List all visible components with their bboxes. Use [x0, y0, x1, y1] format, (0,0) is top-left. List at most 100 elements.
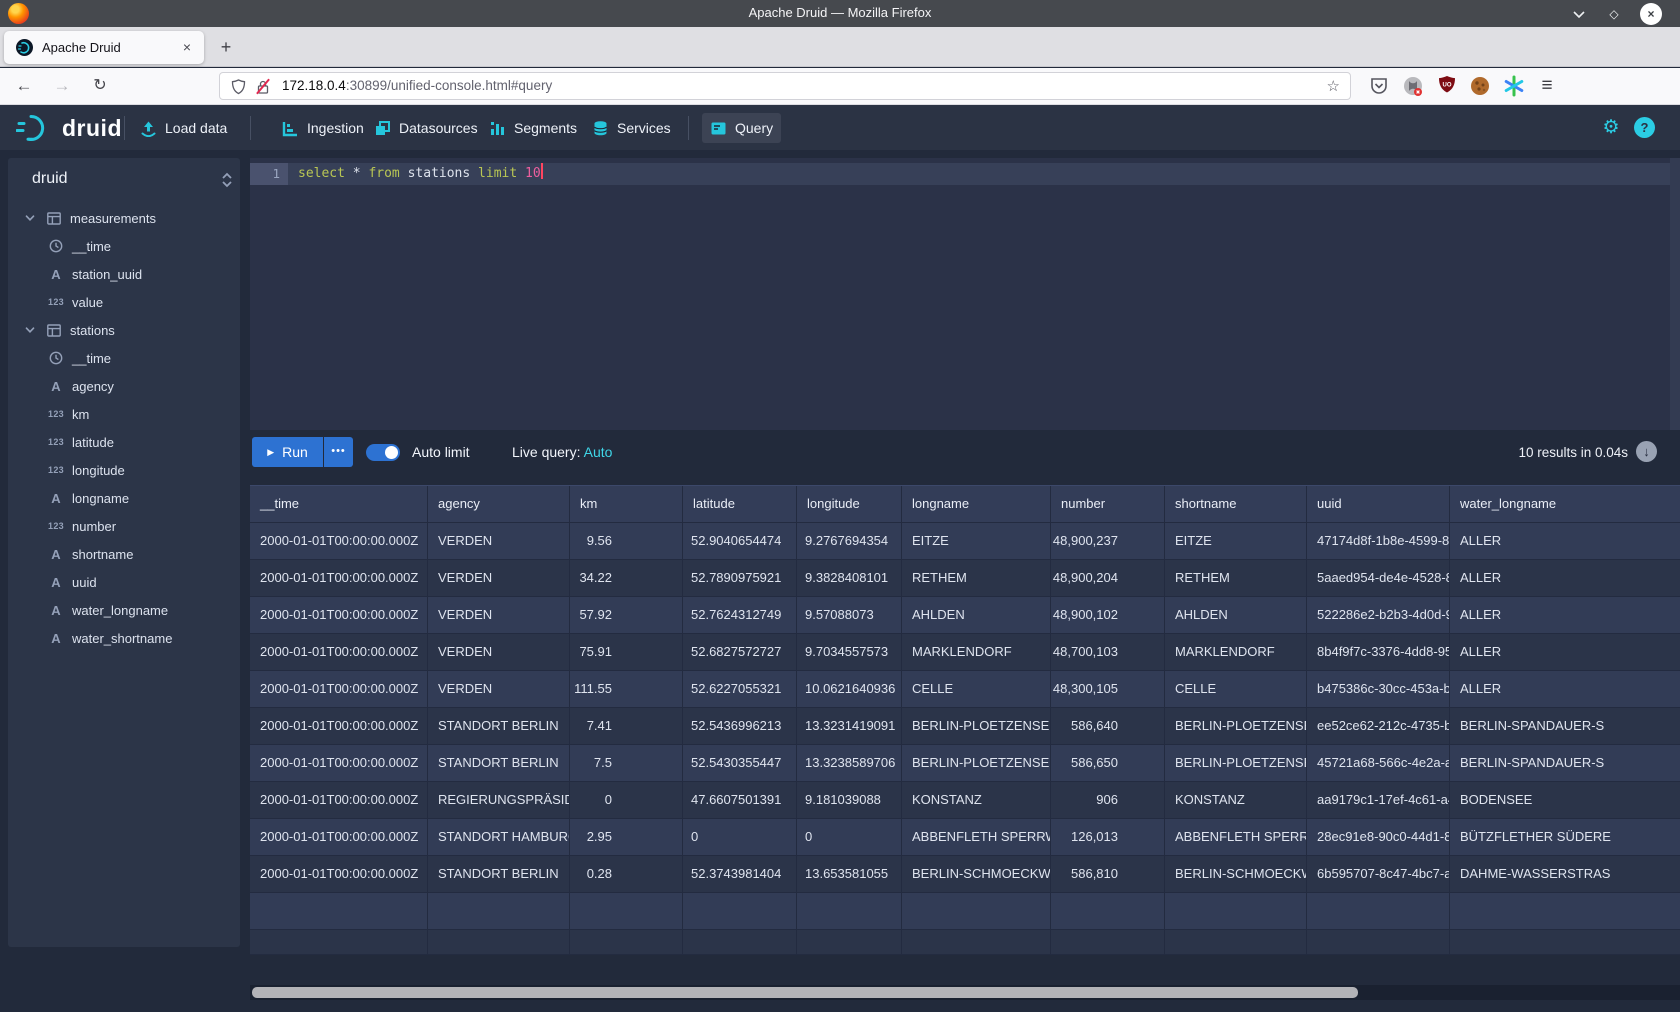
- table-cell[interactable]: 52.3743981404: [683, 856, 797, 893]
- tab-apache-druid[interactable]: Apache Druid ×: [4, 31, 204, 64]
- sidebar-item-agency[interactable]: Aagency: [8, 372, 240, 400]
- table-cell[interactable]: ALLER: [1450, 523, 1680, 560]
- column-header-longname[interactable]: longname: [902, 486, 1051, 523]
- table-cell[interactable]: 6b595707-8c47-4bc7-a8: [1307, 856, 1450, 893]
- more-options-button[interactable]: •••: [324, 437, 353, 467]
- pocket-icon[interactable]: [1366, 73, 1392, 99]
- chevron-down-icon[interactable]: [24, 324, 38, 336]
- sidebar-item-km[interactable]: 123km: [8, 400, 240, 428]
- table-cell[interactable]: REGIERUNGSPRÄSIDIUM: [428, 782, 570, 819]
- table-cell[interactable]: 126,013: [1051, 819, 1165, 856]
- druid-brand[interactable]: druid: [16, 112, 122, 144]
- ublock-origin-icon[interactable]: UO: [1434, 73, 1460, 99]
- sidebar-item-water_longname[interactable]: Awater_longname: [8, 596, 240, 624]
- table-cell[interactable]: 522286e2-b2b3-4d0d-9a: [1307, 597, 1450, 634]
- window-restore-icon[interactable]: ◇: [1603, 3, 1625, 25]
- table-cell[interactable]: 13.3231419091: [797, 708, 902, 745]
- table-cell[interactable]: CELLE: [1165, 671, 1307, 708]
- table-cell[interactable]: 10.0621640936: [797, 671, 902, 708]
- column-header-water_longname[interactable]: water_longname: [1450, 486, 1680, 523]
- table-cell[interactable]: 586,810: [1051, 856, 1165, 893]
- horizontal-scrollbar-thumb[interactable]: [252, 987, 1358, 998]
- table-cell[interactable]: VERDEN: [428, 523, 570, 560]
- table-cell[interactable]: ABBENFLETH SPERRWERK: [902, 819, 1051, 856]
- sidebar-item-latitude[interactable]: 123latitude: [8, 428, 240, 456]
- table-cell[interactable]: AHLDEN: [1165, 597, 1307, 634]
- table-cell[interactable]: BERLIN-SPANDAUER-S: [1450, 708, 1680, 745]
- table-cell[interactable]: VERDEN: [428, 597, 570, 634]
- sidebar-item-__time[interactable]: __time: [8, 344, 240, 372]
- table-cell[interactable]: ALLER: [1450, 597, 1680, 634]
- table-cell[interactable]: ALLER: [1450, 671, 1680, 708]
- table-cell[interactable]: 52.7890975921: [683, 560, 797, 597]
- nav-item-load-data[interactable]: Load data: [132, 113, 235, 143]
- table-cell[interactable]: CELLE: [902, 671, 1051, 708]
- nav-item-ingestion[interactable]: Ingestion: [274, 113, 372, 143]
- column-header-uuid[interactable]: uuid: [1307, 486, 1450, 523]
- table-cell[interactable]: 9.56: [570, 523, 683, 560]
- table-cell[interactable]: 5aaed954-de4e-4528-8f: [1307, 560, 1450, 597]
- column-header-km[interactable]: km: [570, 486, 683, 523]
- sidebar-item-number[interactable]: 123number: [8, 512, 240, 540]
- table-cell[interactable]: RETHEM: [1165, 560, 1307, 597]
- lock-disabled-icon[interactable]: [256, 79, 270, 95]
- nav-item-services[interactable]: Services: [584, 113, 679, 143]
- table-cell[interactable]: RETHEM: [902, 560, 1051, 597]
- bookmark-star-icon[interactable]: ☆: [1327, 77, 1340, 95]
- table-cell[interactable]: 0: [683, 819, 797, 856]
- table-cell[interactable]: 8b4f9f7c-3376-4dd8-95c: [1307, 634, 1450, 671]
- sidebar-item-uuid[interactable]: Auuid: [8, 568, 240, 596]
- table-cell[interactable]: 13.653581055: [797, 856, 902, 893]
- column-header-longitude[interactable]: longitude: [797, 486, 902, 523]
- table-cell[interactable]: 52.7624312749: [683, 597, 797, 634]
- table-cell[interactable]: STANDORT BERLIN: [428, 708, 570, 745]
- table-cell[interactable]: 48,300,105: [1051, 671, 1165, 708]
- table-cell[interactable]: 28ec91e8-90c0-44d1-8f0: [1307, 819, 1450, 856]
- sidebar-item-station_uuid[interactable]: Astation_uuid: [8, 260, 240, 288]
- table-cell[interactable]: 7.41: [570, 708, 683, 745]
- table-cell[interactable]: KONSTANZ: [902, 782, 1051, 819]
- table-cell[interactable]: 48,700,103: [1051, 634, 1165, 671]
- table-cell[interactable]: 111.55: [570, 671, 683, 708]
- column-header-latitude[interactable]: latitude: [683, 486, 797, 523]
- table-cell[interactable]: VERDEN: [428, 634, 570, 671]
- table-cell[interactable]: 2000-01-01T00:00:00.000Z: [250, 745, 428, 782]
- table-cell[interactable]: 9.2767694354: [797, 523, 902, 560]
- table-cell[interactable]: 2000-01-01T00:00:00.000Z: [250, 708, 428, 745]
- table-cell[interactable]: 9.3828408101: [797, 560, 902, 597]
- query-editor[interactable]: 1 select * from stations limit 10: [250, 158, 1680, 430]
- table-cell[interactable]: 47174d8f-1b8e-4599-8a: [1307, 523, 1450, 560]
- table-cell[interactable]: BERLIN-PLOETZENSEE U: [1165, 745, 1307, 782]
- sidebar-item-value[interactable]: 123value: [8, 288, 240, 316]
- table-cell[interactable]: 52.6827572727: [683, 634, 797, 671]
- table-cell[interactable]: 586,640: [1051, 708, 1165, 745]
- table-cell[interactable]: DAHME-WASSERSTRAS: [1450, 856, 1680, 893]
- table-cell[interactable]: 57.92: [570, 597, 683, 634]
- editor-scrollbar[interactable]: [1670, 158, 1680, 430]
- table-cell[interactable]: VERDEN: [428, 671, 570, 708]
- reload-button[interactable]: ↻: [86, 72, 114, 100]
- table-cell[interactable]: 0: [570, 782, 683, 819]
- horizontal-scrollbar-track[interactable]: [250, 985, 1680, 1000]
- new-tab-button[interactable]: +: [214, 36, 238, 60]
- table-cell[interactable]: BERLIN-PLOETZENSEE C: [902, 708, 1051, 745]
- privacy-badger-icon[interactable]: [1400, 73, 1426, 99]
- table-cell[interactable]: BERLIN-PLOETZENSEE U: [902, 745, 1051, 782]
- cookie-icon[interactable]: [1467, 73, 1493, 99]
- column-header-__time[interactable]: __time: [250, 486, 428, 523]
- table-cell[interactable]: AHLDEN: [902, 597, 1051, 634]
- table-cell[interactable]: 2000-01-01T00:00:00.000Z: [250, 782, 428, 819]
- column-header-shortname[interactable]: shortname: [1165, 486, 1307, 523]
- sidebar-item-shortname[interactable]: Ashortname: [8, 540, 240, 568]
- table-cell[interactable]: 34.22: [570, 560, 683, 597]
- table-cell[interactable]: b475386c-30cc-453a-b3: [1307, 671, 1450, 708]
- table-cell[interactable]: VERDEN: [428, 560, 570, 597]
- table-cell[interactable]: 2000-01-01T00:00:00.000Z: [250, 523, 428, 560]
- table-cell[interactable]: MARKLENDORF: [1165, 634, 1307, 671]
- table-cell[interactable]: 2000-01-01T00:00:00.000Z: [250, 856, 428, 893]
- table-cell[interactable]: ABBENFLETH SPERRWERK: [1165, 819, 1307, 856]
- table-cell[interactable]: 45721a68-566c-4e2a-a6: [1307, 745, 1450, 782]
- table-cell[interactable]: 9.181039088: [797, 782, 902, 819]
- table-cell[interactable]: 52.5436996213: [683, 708, 797, 745]
- nav-item-datasources[interactable]: Datasources: [366, 113, 486, 143]
